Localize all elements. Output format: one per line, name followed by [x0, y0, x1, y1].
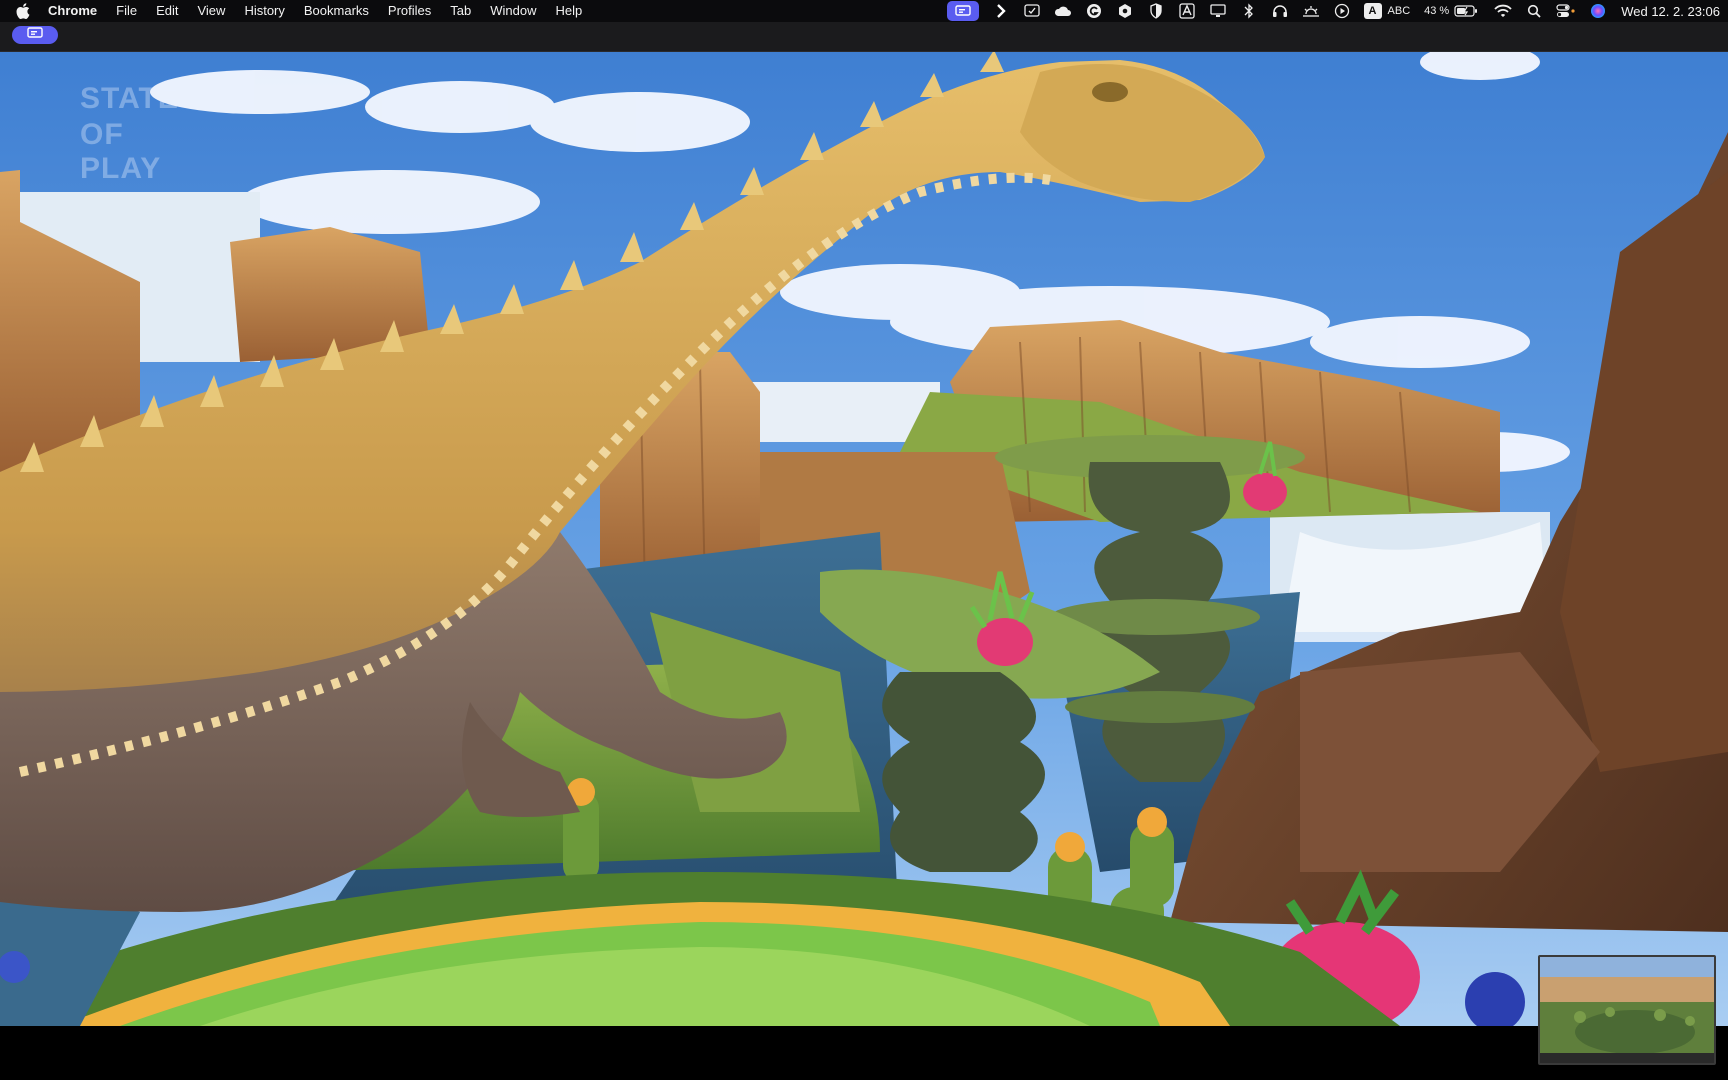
menu-profiles[interactable]: Profiles: [388, 0, 431, 22]
menu-edit[interactable]: Edit: [156, 0, 178, 22]
pip-scene: [1540, 957, 1714, 1063]
grammarly-icon[interactable]: [1085, 2, 1103, 20]
video-letterbox-bottom: [0, 1026, 1728, 1080]
display-icon[interactable]: [1209, 2, 1227, 20]
siri-icon[interactable]: [1589, 2, 1607, 20]
status-area: A ABC 43 % Wed 12. 2. 23:06: [946, 0, 1720, 22]
cube-icon[interactable]: [1116, 2, 1134, 20]
menu-view[interactable]: View: [197, 0, 225, 22]
video-watermark: STATE OF PLAY: [0, 52, 200, 185]
menu-file[interactable]: File: [116, 0, 137, 22]
wifi-icon[interactable]: [1494, 2, 1512, 20]
picture-in-picture-thumbnail[interactable]: [1538, 955, 1716, 1065]
menu-help[interactable]: Help: [556, 0, 583, 22]
menu-bar: Chrome File Edit View History Bookmarks …: [0, 0, 1728, 22]
battery-percentage: 43 %: [1424, 5, 1450, 17]
screen-share-icon[interactable]: [946, 1, 979, 21]
input-source-badge[interactable]: A: [1363, 3, 1382, 19]
menu-app-name[interactable]: Chrome: [48, 0, 97, 22]
chevron-right-icon[interactable]: [992, 2, 1010, 20]
battery-icon[interactable]: [1454, 2, 1478, 20]
fullscreen-video[interactable]: [0, 52, 1728, 1026]
headphones-icon[interactable]: [1271, 2, 1289, 20]
half-shield-icon[interactable]: [1147, 2, 1165, 20]
keyboard-layout-label[interactable]: ABC: [1388, 2, 1411, 20]
shield-check-icon[interactable]: [1023, 2, 1041, 20]
menu-window[interactable]: Window: [490, 0, 536, 22]
video-frame-scene: [0, 52, 1728, 1026]
sunrise-icon[interactable]: [1302, 2, 1320, 20]
cloud-icon[interactable]: [1054, 2, 1072, 20]
bluetooth-icon[interactable]: [1240, 2, 1258, 20]
text-box-icon[interactable]: [1178, 2, 1196, 20]
search-icon[interactable]: [1525, 2, 1543, 20]
apple-menu-icon[interactable]: [16, 3, 30, 19]
menu-bookmarks[interactable]: Bookmarks: [304, 0, 369, 22]
watermark-line-1: STATE: [80, 82, 179, 115]
browser-tab-strip: [0, 22, 1728, 52]
screen-share-tab-indicator[interactable]: [12, 26, 58, 44]
menu-clock[interactable]: Wed 12. 2. 23:06: [1621, 4, 1720, 19]
control-center-icon[interactable]: [1556, 2, 1576, 20]
screen-share-icon: [27, 26, 43, 44]
play-circle-icon[interactable]: [1333, 2, 1351, 20]
menu-history[interactable]: History: [244, 0, 284, 22]
watermark-line-2: OF PLAY: [80, 118, 162, 185]
menu-tab[interactable]: Tab: [450, 0, 471, 22]
